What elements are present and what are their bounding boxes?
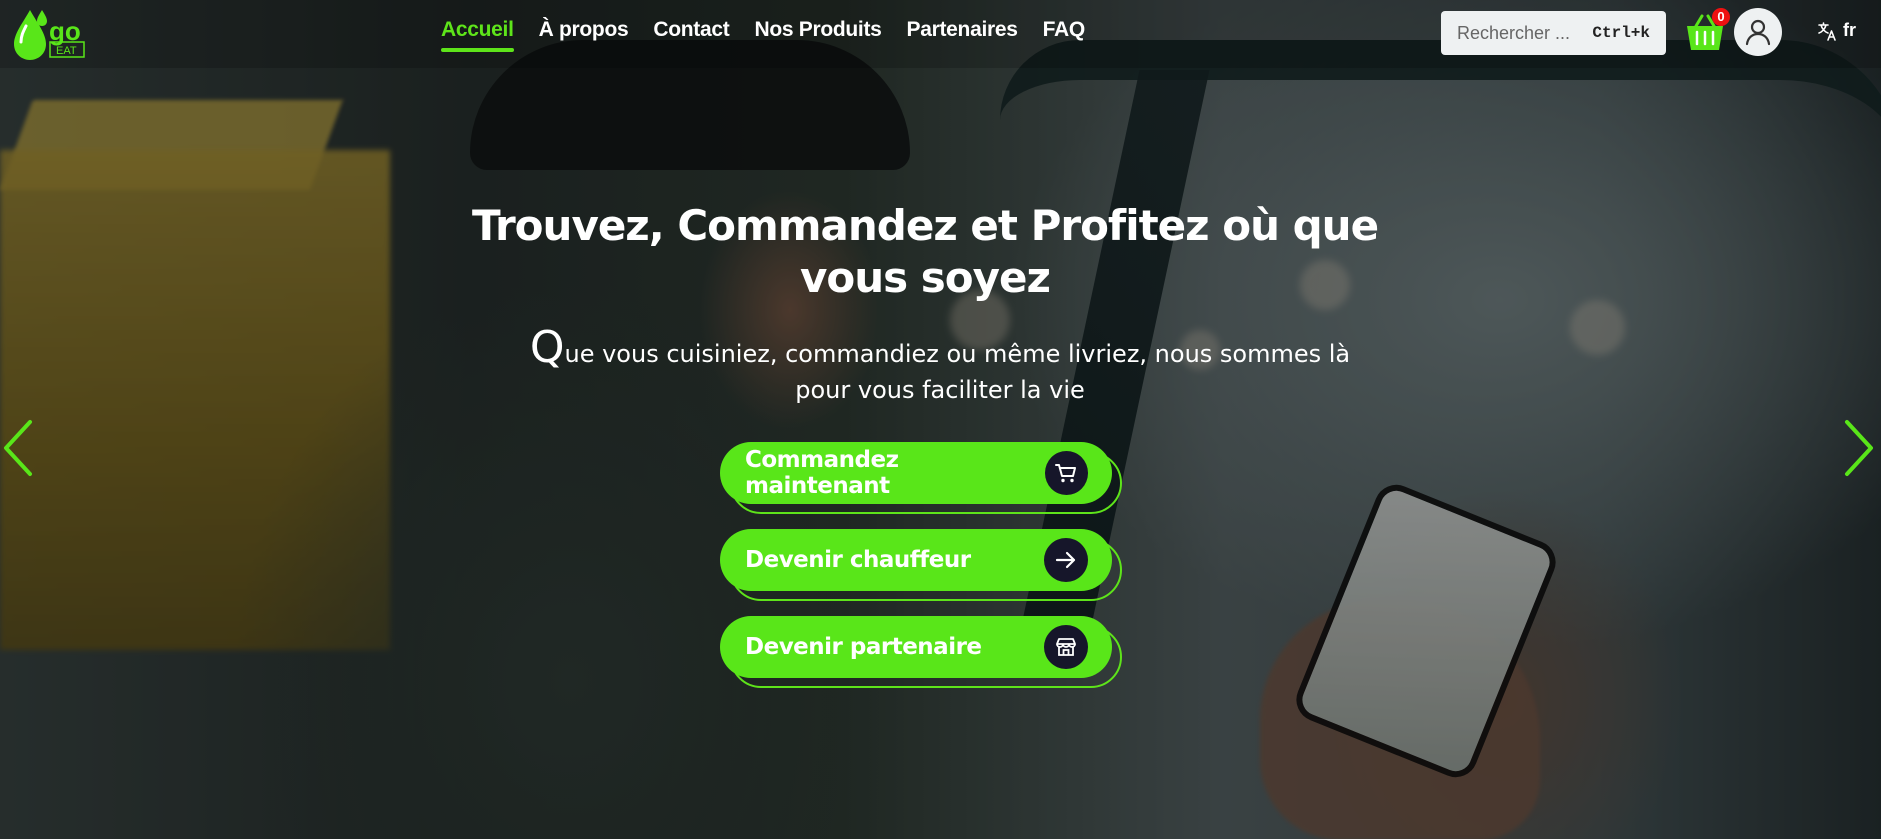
user-account-button[interactable] xyxy=(1734,8,1782,56)
carousel-prev-button[interactable] xyxy=(0,418,34,478)
cart-count-badge: 0 xyxy=(1712,8,1730,26)
search-button[interactable]: Rechercher ... Ctrl+k xyxy=(1441,11,1666,55)
hero-subtitle: Que vous cuisiniez, commandiez ou même l… xyxy=(500,326,1380,408)
language-switcher[interactable]: fr xyxy=(1817,20,1856,41)
nav-item-nos-produits[interactable]: Nos Produits xyxy=(754,18,881,52)
nav-item-faq[interactable]: FAQ xyxy=(1043,18,1086,52)
become-partner-cta: Devenir partenaire xyxy=(720,616,1122,688)
top-navbar: go EAT Accueil À propos Contact Nos Prod… xyxy=(0,0,1881,68)
order-now-cta: Commandez maintenant xyxy=(720,442,1122,514)
nav-item-a-propos[interactable]: À propos xyxy=(539,18,629,52)
user-icon xyxy=(1745,19,1771,46)
become-partner-button[interactable]: Devenir partenaire xyxy=(720,616,1112,678)
hero-background xyxy=(0,0,1881,839)
main-navigation: Accueil À propos Contact Nos Produits Pa… xyxy=(441,18,1085,52)
chevron-left-icon xyxy=(4,420,32,476)
store-icon xyxy=(1044,625,1088,669)
svg-text:EAT: EAT xyxy=(56,45,77,57)
chevron-right-icon xyxy=(1845,420,1873,476)
brand-logo[interactable]: go EAT xyxy=(12,6,98,62)
order-now-label: Commandez maintenant xyxy=(745,447,899,499)
cart-icon xyxy=(1044,451,1088,495)
hero-overlay xyxy=(0,0,1881,839)
nav-item-partenaires[interactable]: Partenaires xyxy=(907,18,1018,52)
hero-subtitle-dropcap: Q xyxy=(529,322,565,373)
become-partner-label: Devenir partenaire xyxy=(745,634,982,660)
language-label: fr xyxy=(1843,20,1856,40)
logo-drop-icon: go EAT xyxy=(14,10,85,60)
search-shortcut: Ctrl+k xyxy=(1592,24,1650,42)
search-placeholder: Rechercher ... xyxy=(1457,22,1571,43)
arrow-right-icon xyxy=(1044,538,1088,582)
become-driver-button[interactable]: Devenir chauffeur xyxy=(720,529,1112,591)
become-driver-cta: Devenir chauffeur xyxy=(720,529,1122,601)
order-now-button[interactable]: Commandez maintenant xyxy=(720,442,1112,504)
translate-icon xyxy=(1818,21,1836,41)
carousel-next-button[interactable] xyxy=(1843,418,1877,478)
become-driver-label: Devenir chauffeur xyxy=(745,547,971,573)
nav-item-accueil[interactable]: Accueil xyxy=(441,18,514,52)
nav-item-contact[interactable]: Contact xyxy=(653,18,729,52)
hero-subtitle-text: ue vous cuisiniez, commandiez ou même li… xyxy=(564,340,1351,404)
hero-title: Trouvez, Commandez et Profitez où que vo… xyxy=(471,201,1379,302)
